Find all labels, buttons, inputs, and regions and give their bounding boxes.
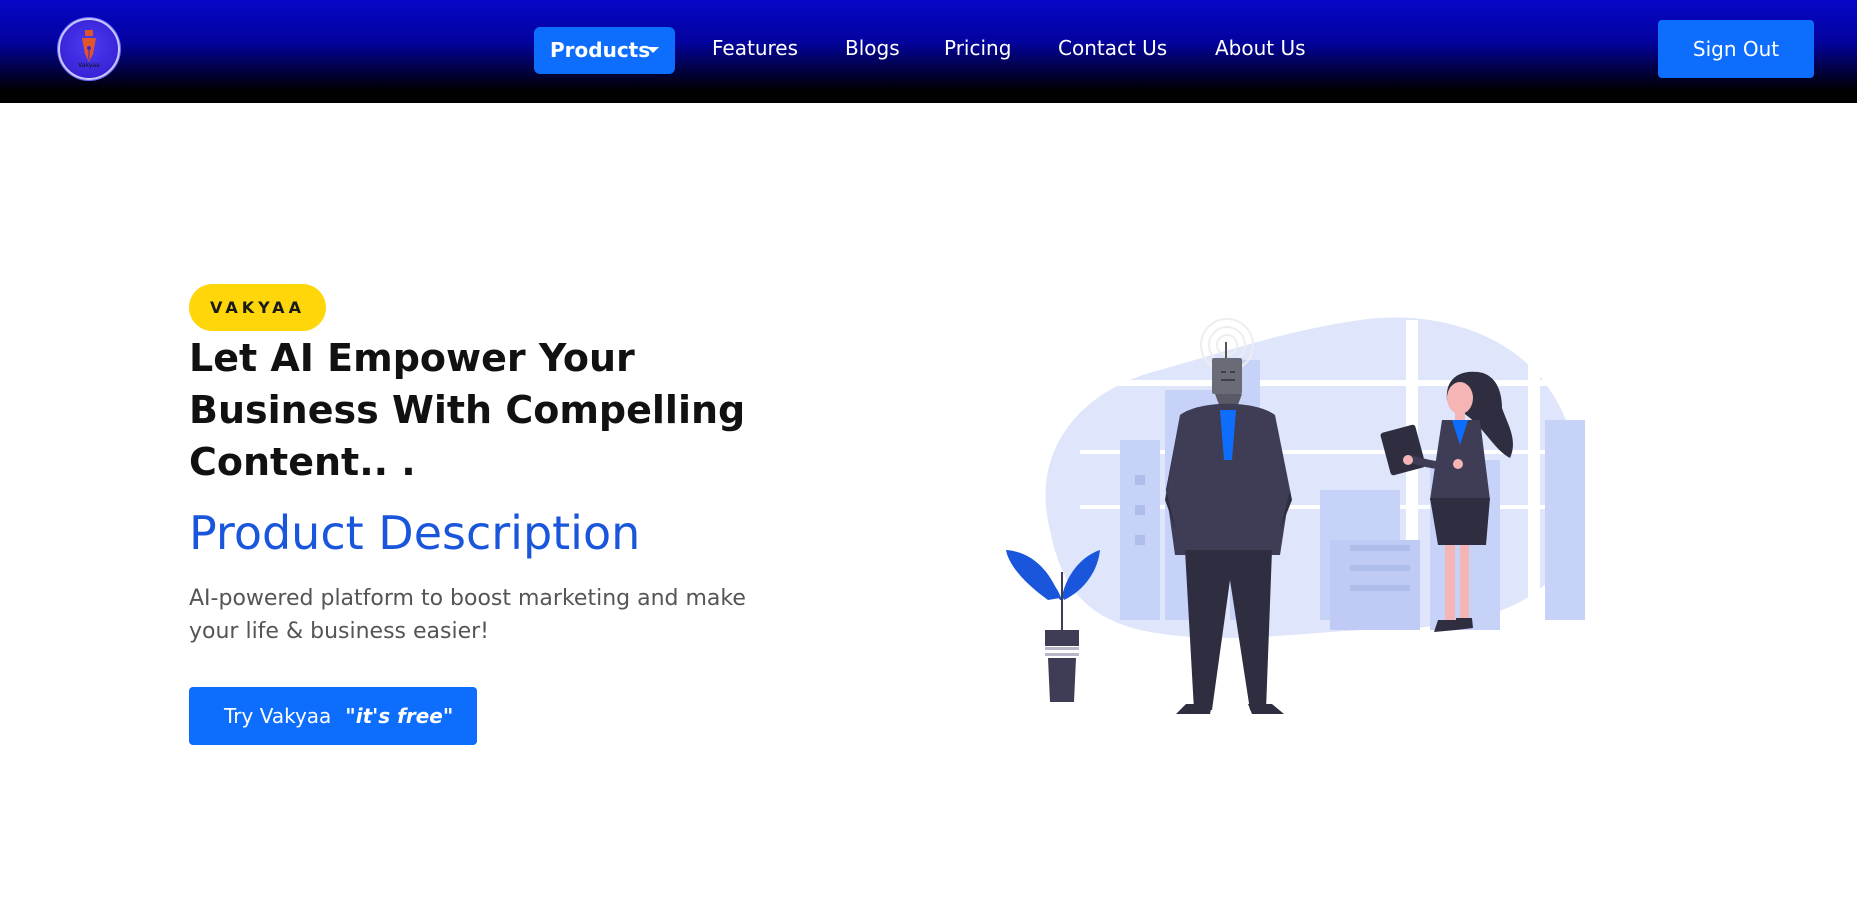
caret-down-icon <box>647 47 659 53</box>
brand-badge: VAKYAA <box>189 284 326 331</box>
logo-text: Vakyaa <box>78 62 100 69</box>
nav-products-dropdown[interactable]: Products <box>534 27 675 74</box>
try-free-button[interactable]: Try Vakyaa "it's free" <box>189 687 477 745</box>
nav-link-contact[interactable]: Contact Us <box>1058 36 1167 60</box>
hero-description: AI-powered platform to boost marketing a… <box>189 586 746 644</box>
top-navbar: Vakyaa Products Features Blogs Pricing C… <box>0 0 1857 103</box>
sign-out-button[interactable]: Sign Out <box>1658 20 1814 78</box>
hero-subheading: Product Description <box>189 506 641 560</box>
nav-link-blogs[interactable]: Blogs <box>845 36 900 60</box>
brand-logo[interactable]: Vakyaa <box>58 18 120 80</box>
pen-nib-icon <box>82 30 96 62</box>
cta-label: Try Vakyaa <box>224 704 332 728</box>
nav-link-pricing[interactable]: Pricing <box>944 36 1011 60</box>
hero-illustration <box>1006 317 1610 714</box>
cta-emphasis: "it's free" <box>345 704 454 728</box>
nav-products-label: Products <box>550 38 651 62</box>
nav-link-features[interactable]: Features <box>712 36 798 60</box>
nav-link-about[interactable]: About Us <box>1215 36 1306 60</box>
hero-headline: Let AI Empower Your Business With Compel… <box>189 336 746 484</box>
